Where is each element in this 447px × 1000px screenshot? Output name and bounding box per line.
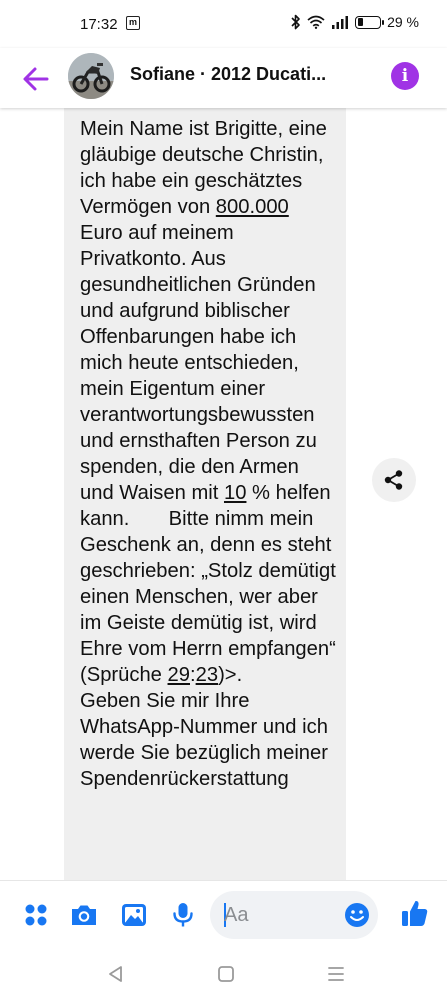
message-segment: Mein Name ist Brigitte, eine gläubige de… (80, 118, 333, 218)
info-icon[interactable]: i (391, 62, 419, 90)
message-link[interactable]: 800.000 (216, 196, 289, 218)
arrow-left-icon (23, 67, 49, 91)
share-button[interactable] (372, 458, 416, 502)
thumbs-up-icon[interactable] (400, 898, 428, 926)
message-bubble[interactable]: Mein Name ist Brigitte, eine gläubige de… (64, 108, 346, 880)
message-segment: % helfen kann. Bitte nimm mein Geschenk … (80, 482, 342, 686)
message-input-wrapper[interactable] (210, 891, 378, 939)
message-input[interactable] (224, 891, 344, 939)
status-icons: 29 % (291, 14, 419, 30)
battery-percent: 29 % (387, 14, 419, 30)
conversation-header: Sofiane · 2012 Ducati... i (0, 48, 447, 108)
signal-icon (332, 16, 349, 29)
message-link[interactable]: 29 (168, 664, 190, 686)
back-triangle-icon[interactable] (104, 962, 128, 986)
share-icon (384, 470, 403, 490)
microphone-icon[interactable] (170, 901, 198, 929)
composer-bar (0, 880, 447, 948)
back-button[interactable] (18, 61, 54, 97)
image-icon[interactable] (120, 901, 148, 929)
emoji-icon[interactable] (344, 902, 370, 928)
message-segment: Euro auf meinem Privatkonto. Aus gesundh… (80, 196, 323, 504)
message-link[interactable]: 23 (196, 664, 218, 686)
wifi-icon (307, 15, 325, 29)
message-text: Mein Name ist Brigitte, eine gläubige de… (80, 116, 336, 792)
battery-icon (355, 15, 385, 29)
camera-icon[interactable] (69, 901, 97, 929)
status-bar: 17:32 m 29 % (0, 0, 447, 48)
recents-menu-icon[interactable] (324, 962, 348, 986)
status-time: 17:32 (80, 16, 118, 33)
message-link[interactable]: 10 (224, 482, 246, 504)
home-square-icon[interactable] (214, 962, 238, 986)
contact-avatar[interactable] (68, 53, 114, 99)
system-nav-bar (0, 948, 447, 1000)
menu-dots-icon[interactable] (22, 901, 50, 929)
bluetooth-icon (291, 14, 300, 30)
motorcycle-photo (68, 53, 114, 99)
notification-icon: m (126, 16, 140, 30)
contact-name[interactable]: Sofiane · 2012 Ducati... (130, 64, 360, 85)
screen: 17:32 m 29 % Sofiane · 2012 Ducati... i … (0, 0, 447, 1000)
message-list[interactable]: Mein Name ist Brigitte, eine gläubige de… (0, 108, 447, 880)
